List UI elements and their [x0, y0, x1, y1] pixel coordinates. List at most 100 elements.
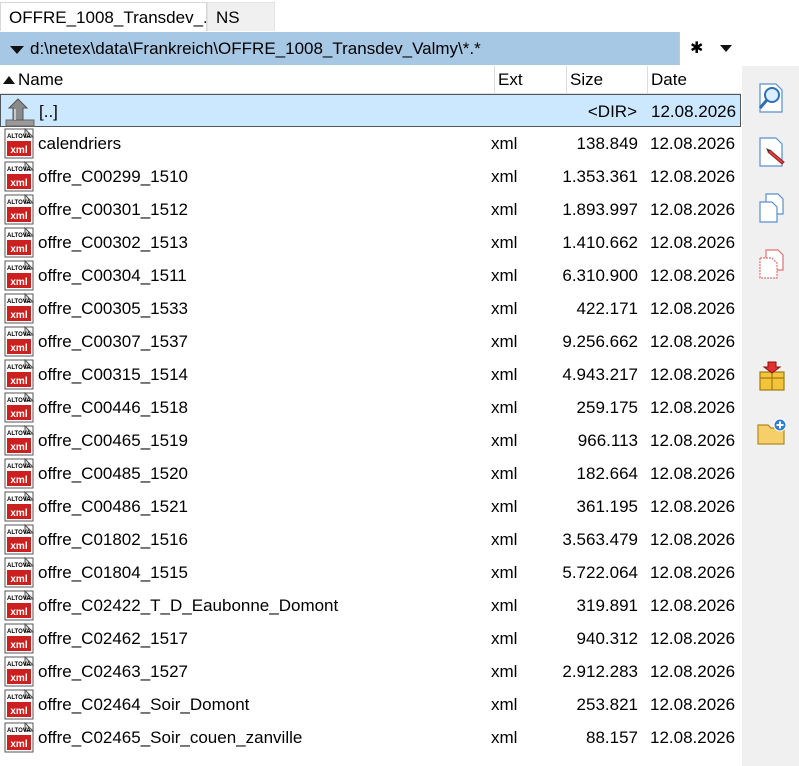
file-date: 12.08.2026	[650, 299, 736, 318]
xml-file-icon: ALTOVA xml	[4, 359, 34, 390]
archive-package-icon[interactable]	[756, 360, 788, 392]
file-row[interactable]: ALTOVA xml offre_C00486_1521 xml 361.195…	[0, 490, 741, 523]
file-row[interactable]: ALTOVA xml offre_C02463_1527 xml 2.912.2…	[0, 655, 741, 688]
file-row[interactable]: ALTOVA xml offre_C02462_1517 xml 940.312…	[0, 622, 741, 655]
svg-text:ALTOVA: ALTOVA	[7, 728, 31, 734]
file-ext: xml	[491, 134, 518, 153]
file-row[interactable]: ALTOVA xml offre_C00485_1520 xml 182.664…	[0, 457, 741, 490]
svg-text:ALTOVA: ALTOVA	[7, 167, 31, 173]
path-buttons: ✱	[679, 32, 741, 65]
file-date: 12.08.2026	[650, 728, 736, 747]
file-size: 253.821	[576, 695, 638, 714]
file-ext: xml	[491, 200, 518, 219]
file-size: 966.113	[577, 431, 638, 450]
file-ext: xml	[491, 167, 518, 186]
path-bar[interactable]: d:\netex\data\Frankreich\OFFRE_1008_Tran…	[0, 32, 741, 65]
file-ext: xml	[491, 365, 518, 384]
asterisk-icon[interactable]: ✱	[690, 32, 703, 65]
new-folder-icon[interactable]	[756, 416, 788, 448]
column-date[interactable]: Date	[648, 66, 741, 93]
chevron-down-icon[interactable]	[720, 45, 732, 52]
svg-text:xml: xml	[10, 706, 27, 717]
file-row[interactable]: ALTOVA xml offre_C00302_1513 xml 1.410.6…	[0, 226, 741, 259]
tab-ns[interactable]: NS	[207, 2, 275, 31]
file-ext: xml	[491, 530, 518, 549]
file-name: offre_C00446_1518	[38, 398, 188, 417]
file-size: 1.353.361	[562, 167, 638, 186]
file-row[interactable]: ALTOVA xml offre_C00446_1518 xml 259.175…	[0, 391, 741, 424]
copy-file-icon[interactable]	[756, 192, 788, 224]
file-ext: xml	[491, 563, 518, 582]
svg-text:ALTOVA: ALTOVA	[7, 464, 31, 470]
svg-text:xml: xml	[10, 145, 27, 156]
tab-offre[interactable]: OFFRE_1008_Transdev_..	[0, 2, 207, 31]
edit-file-icon[interactable]	[756, 136, 788, 168]
file-date: 12.08.2026	[650, 200, 736, 219]
file-size: 2.912.283	[562, 662, 638, 681]
svg-text:xml: xml	[10, 310, 27, 321]
file-row[interactable]: ALTOVA xml offre_C02422_T_D_Eaubonne_Dom…	[0, 589, 741, 622]
file-row[interactable]: ALTOVA xml calendriers xml 138.849 12.08…	[0, 127, 741, 160]
file-row[interactable]: ALTOVA xml offre_C00301_1512 xml 1.893.9…	[0, 193, 741, 226]
file-row[interactable]: ALTOVA xml offre_C01804_1515 xml 5.722.0…	[0, 556, 741, 589]
file-row[interactable]: ALTOVA xml offre_C02464_Soir_Domont xml …	[0, 688, 741, 721]
svg-text:xml: xml	[10, 574, 27, 585]
tab-bar: OFFRE_1008_Transdev_.. NS	[0, 0, 799, 31]
file-size: 88.157	[586, 728, 638, 747]
file-row[interactable]: ALTOVA xml offre_C00299_1510 xml 1.353.3…	[0, 160, 741, 193]
open-preview-icon[interactable]	[756, 82, 788, 114]
xml-file-icon: ALTOVA xml	[4, 260, 34, 291]
file-name: offre_C00315_1514	[38, 365, 188, 384]
svg-text:ALTOVA: ALTOVA	[7, 398, 31, 404]
file-name: offre_C00302_1513	[38, 233, 188, 252]
svg-text:ALTOVA: ALTOVA	[7, 332, 31, 338]
path-text[interactable]: d:\netex\data\Frankreich\OFFRE_1008_Tran…	[30, 32, 481, 65]
file-row[interactable]: ALTOVA xml offre_C01802_1516 xml 3.563.4…	[0, 523, 741, 556]
svg-text:ALTOVA: ALTOVA	[7, 530, 31, 536]
file-ext: xml	[491, 398, 518, 417]
svg-text:ALTOVA: ALTOVA	[7, 497, 31, 503]
svg-text:xml: xml	[10, 508, 27, 519]
file-name: offre_C01804_1515	[38, 563, 188, 582]
svg-text:xml: xml	[10, 541, 27, 552]
svg-text:ALTOVA: ALTOVA	[7, 233, 31, 239]
svg-text:xml: xml	[10, 442, 27, 453]
xml-file-icon: ALTOVA xml	[4, 623, 34, 654]
column-header: Name Ext Size Date	[0, 66, 741, 94]
svg-text:ALTOVA: ALTOVA	[7, 629, 31, 635]
svg-text:xml: xml	[10, 640, 27, 651]
svg-text:xml: xml	[10, 277, 27, 288]
file-row[interactable]: ALTOVA xml offre_C00304_1511 xml 6.310.9…	[0, 259, 741, 292]
file-name: calendriers	[38, 134, 122, 153]
file-row[interactable]: ALTOVA xml offre_C02465_Soir_couen_zanvi…	[0, 721, 741, 754]
file-ext: xml	[491, 266, 518, 285]
file-ext: xml	[491, 332, 518, 351]
file-size: 9.256.662	[562, 332, 638, 351]
xml-file-icon: ALTOVA xml	[4, 689, 34, 720]
file-row[interactable]: ALTOVA xml offre_C00315_1514 xml 4.943.2…	[0, 358, 741, 391]
file-size: 259.175	[576, 398, 638, 417]
file-row[interactable]: ALTOVA xml offre_C00307_1537 xml 9.256.6…	[0, 325, 741, 358]
svg-text:ALTOVA: ALTOVA	[7, 431, 31, 437]
file-row[interactable]: ALTOVA xml offre_C00305_1533 xml 422.171…	[0, 292, 741, 325]
svg-text:xml: xml	[10, 376, 27, 387]
column-size[interactable]: Size	[567, 66, 648, 93]
file-ext: xml	[491, 233, 518, 252]
column-ext[interactable]: Ext	[495, 66, 567, 93]
file-date: 12.08.2026	[650, 596, 736, 615]
svg-text:ALTOVA: ALTOVA	[7, 662, 31, 668]
svg-text:xml: xml	[10, 739, 27, 750]
xml-file-icon: ALTOVA xml	[4, 524, 34, 555]
xml-file-icon: ALTOVA xml	[4, 392, 34, 423]
file-date: 12.08.2026	[650, 365, 736, 384]
copy-file-red-icon[interactable]	[756, 248, 788, 280]
path-history-arrow-icon[interactable]	[10, 46, 24, 54]
file-row[interactable]: ALTOVA xml offre_C00465_1519 xml 966.113…	[0, 424, 741, 457]
svg-text:ALTOVA: ALTOVA	[7, 299, 31, 305]
file-ext: xml	[491, 596, 518, 615]
column-name[interactable]: Name	[0, 66, 495, 93]
parent-directory-row[interactable]: [..] <DIR> 12.08.2026	[0, 94, 741, 127]
file-ext: xml	[491, 464, 518, 483]
xml-file-icon: ALTOVA xml	[4, 722, 34, 753]
file-date: 12.08.2026	[651, 102, 737, 121]
